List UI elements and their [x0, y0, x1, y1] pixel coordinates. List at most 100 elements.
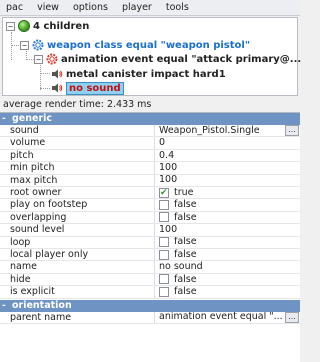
property-value-text: 0.4 — [159, 149, 175, 161]
property-name: play on footstep — [0, 199, 155, 211]
section-orientation[interactable]: - orientation — [0, 299, 300, 312]
property-row[interactable]: loop false — [0, 236, 300, 249]
property-value-text: no sound — [159, 261, 203, 273]
property-row[interactable]: volume 0 — [0, 137, 300, 150]
property-checkbox[interactable] — [159, 249, 169, 260]
property-row[interactable]: is explicit false — [0, 286, 300, 299]
tree-node-label: animation event equal "attack primary@..… — [61, 53, 302, 65]
tree-node-label: metal canister impact hard1 — [66, 68, 226, 80]
menu-player[interactable]: player — [116, 0, 160, 16]
property-name: volume — [0, 137, 155, 149]
property-value-text: 0 — [159, 137, 166, 149]
property-name: loop — [0, 236, 155, 248]
property-name: pitch — [0, 149, 155, 162]
gear-icon — [32, 39, 44, 51]
property-value[interactable]: no sound — [159, 261, 300, 272]
speaker-icon — [51, 82, 63, 94]
property-value-text: false — [174, 199, 197, 211]
property-value[interactable]: 0 — [159, 137, 300, 148]
property-row[interactable]: pitch 0.4 — [0, 149, 300, 163]
globe-icon — [18, 20, 30, 32]
collapse-toggle[interactable]: − — [6, 21, 15, 31]
tree-node-metal-canister[interactable]: metal canister impact hard1 — [51, 67, 226, 81]
gear-icon — [46, 53, 58, 65]
property-value[interactable]: false — [159, 212, 300, 223]
property-value[interactable]: false — [159, 286, 300, 297]
property-value[interactable]: 0.4 — [159, 150, 300, 161]
property-checkbox[interactable] — [159, 212, 169, 223]
property-value[interactable]: Weapon_Pistol.Single — [159, 125, 300, 136]
property-value[interactable]: false — [159, 274, 300, 285]
property-value-text: false — [174, 211, 197, 223]
tree-node-label-selected: no sound — [66, 81, 124, 95]
browse-button[interactable]: ... — [285, 125, 299, 136]
property-name: root owner — [0, 187, 155, 199]
property-value-text: 100 — [159, 224, 178, 235]
property-checkbox[interactable] — [159, 200, 169, 211]
property-value-text: animation event equal "... — [159, 311, 283, 323]
tree-node-no-sound[interactable]: no sound — [51, 81, 124, 95]
property-checkbox[interactable] — [159, 274, 169, 285]
menu-options[interactable]: options — [67, 0, 116, 16]
property-checkbox[interactable] — [159, 187, 169, 198]
property-grid: - generic - orientation sound Weapon_Pist… — [0, 112, 300, 362]
tree-node-animation-event[interactable]: − animation event equal "attack primary@… — [34, 52, 301, 66]
section-title: orientation — [12, 299, 72, 311]
section-generic[interactable]: - generic — [0, 113, 300, 125]
menu-pac[interactable]: pac — [0, 0, 31, 16]
property-row[interactable]: name no sound — [0, 261, 300, 274]
collapse-toggle[interactable]: - — [2, 300, 6, 312]
property-name: name — [0, 261, 155, 273]
menu-view[interactable]: view — [31, 0, 67, 16]
property-name: sound — [0, 125, 155, 137]
menu-tools[interactable]: tools — [160, 0, 197, 16]
property-value[interactable]: animation event equal "... — [159, 312, 300, 323]
tree-node-label: 4 children — [33, 20, 90, 32]
property-value-text: 100 — [159, 162, 178, 173]
property-name: parent name — [0, 311, 155, 323]
property-row[interactable]: local player only false — [0, 249, 300, 262]
property-row[interactable]: play on footstep false — [0, 199, 300, 212]
property-value-text: false — [174, 273, 197, 285]
browse-button[interactable]: ... — [285, 311, 299, 323]
property-name: is explicit — [0, 286, 155, 298]
tree-node-weapon-class[interactable]: − weapon class equal "weapon pistol" — [20, 38, 250, 52]
property-row[interactable]: hide false — [0, 273, 300, 287]
property-name: min pitch — [0, 162, 155, 174]
tree-node-label: weapon class equal "weapon pistol" — [47, 39, 251, 51]
property-value-text: Weapon_Pistol.Single — [159, 125, 260, 136]
property-row[interactable]: min pitch 100 — [0, 162, 300, 175]
property-value[interactable]: 100 — [159, 162, 300, 173]
property-name: overlapping — [0, 211, 155, 224]
property-value-text: false — [174, 249, 197, 260]
property-value-text: 100 — [159, 174, 178, 186]
property-row[interactable]: max pitch 100 — [0, 174, 300, 187]
property-row[interactable]: root owner true — [0, 187, 300, 200]
property-value[interactable]: false — [159, 199, 300, 210]
property-value[interactable]: false — [159, 249, 300, 260]
property-checkbox[interactable] — [159, 286, 169, 297]
collapse-toggle[interactable]: - — [2, 113, 6, 125]
property-value[interactable]: true — [159, 187, 300, 198]
property-checkbox[interactable] — [159, 237, 169, 248]
speaker-icon — [51, 68, 63, 80]
collapse-toggle[interactable]: − — [20, 40, 29, 50]
property-name: sound level — [0, 224, 155, 236]
property-name: max pitch — [0, 174, 155, 186]
tree-node-root[interactable]: − 4 children — [6, 19, 89, 33]
section-title: generic — [12, 113, 53, 124]
property-value[interactable]: false — [159, 237, 300, 248]
property-value-text: true — [174, 187, 194, 198]
property-name: hide — [0, 273, 155, 286]
render-time-status: average render time: 2.433 ms — [0, 98, 300, 111]
property-row[interactable]: sound Weapon_Pistol.Single... — [0, 125, 300, 138]
property-row[interactable]: parent name animation event equal "...... — [0, 311, 300, 324]
property-value[interactable]: 100 — [159, 224, 300, 235]
property-row[interactable]: overlapping false — [0, 211, 300, 225]
collapse-toggle[interactable]: − — [34, 54, 43, 64]
property-row[interactable]: sound level 100 — [0, 224, 300, 237]
property-name: local player only — [0, 249, 155, 261]
part-tree[interactable]: − 4 children − weapon class equal "weapo… — [2, 17, 301, 96]
property-value-text: false — [174, 286, 197, 297]
property-value[interactable]: 100 — [159, 175, 300, 186]
